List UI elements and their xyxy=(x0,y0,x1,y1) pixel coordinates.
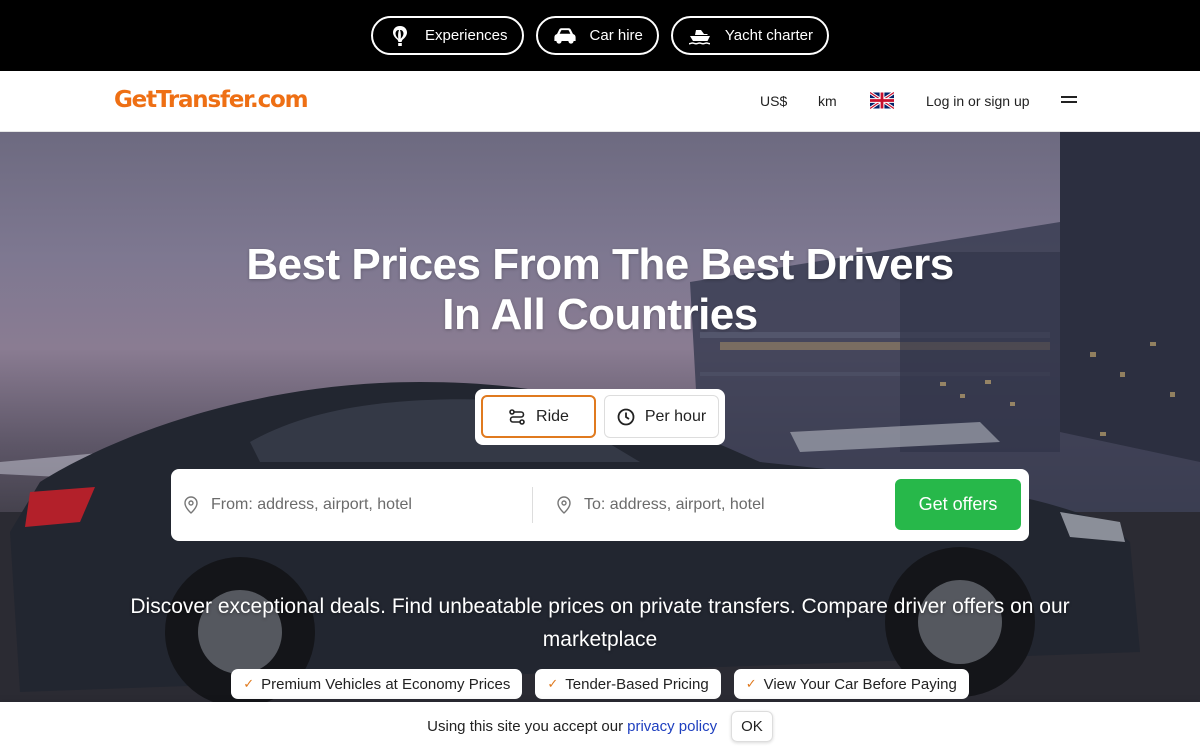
hero-title-line1: Best Prices From The Best Drivers xyxy=(246,240,954,289)
experiences-button[interactable]: Experiences xyxy=(370,16,524,55)
cookie-consent-bar: Using this site you accept our privacy p… xyxy=(0,702,1200,750)
login-link[interactable]: Log in or sign up xyxy=(926,93,1030,109)
uk-flag-icon[interactable] xyxy=(870,92,894,109)
site-header: GetTransfer.com US$ km Log in or sign up xyxy=(0,71,1200,132)
get-offers-button[interactable]: Get offers xyxy=(895,479,1021,530)
feature-badge-label: Premium Vehicles at Economy Prices xyxy=(261,675,511,693)
location-pin-icon xyxy=(557,496,571,514)
location-pin-icon xyxy=(184,496,198,514)
per-hour-mode-button[interactable]: Per hour xyxy=(604,395,719,438)
balloon-icon xyxy=(392,25,407,46)
feature-badge: ✓ View Your Car Before Paying xyxy=(733,669,969,699)
car-hire-label: Car hire xyxy=(589,27,643,44)
experiences-label: Experiences xyxy=(424,27,508,44)
per-hour-mode-label: Per hour xyxy=(644,407,707,425)
check-icon: ✓ xyxy=(243,676,255,691)
feature-badge: ✓ Premium Vehicles at Economy Prices xyxy=(231,669,523,699)
clock-icon xyxy=(617,408,635,425)
check-icon: ✓ xyxy=(745,676,757,691)
check-icon: ✓ xyxy=(547,676,559,691)
cookie-text: Using this site you accept our xyxy=(427,717,624,735)
hero-subtitle: Discover exceptional deals. Find unbeata… xyxy=(130,595,1070,651)
car-icon xyxy=(553,27,576,44)
feature-badge-label: View Your Car Before Paying xyxy=(763,675,957,693)
privacy-policy-link[interactable]: privacy policy xyxy=(627,718,717,735)
hero-title-line2: In All Countries xyxy=(442,290,758,339)
to-input[interactable] xyxy=(584,496,874,514)
yacht-charter-button[interactable]: Yacht charter xyxy=(670,16,829,55)
ride-mode-button[interactable]: Ride xyxy=(481,395,596,438)
to-field xyxy=(556,469,886,541)
trip-mode-switch: Ride Per hour xyxy=(475,389,725,445)
feature-badges: ✓ Premium Vehicles at Economy Prices ✓ T… xyxy=(0,669,1200,699)
transfer-search-form: Get offers xyxy=(171,469,1029,541)
currency-selector[interactable]: US$ xyxy=(760,93,787,109)
cookie-ok-button[interactable]: OK xyxy=(731,710,773,742)
from-field xyxy=(183,469,531,541)
hero-title: Best Prices From The Best Drivers In All… xyxy=(0,240,1200,340)
units-selector[interactable]: km xyxy=(818,93,837,109)
ride-mode-label: Ride xyxy=(536,407,569,425)
feature-badge-label: Tender-Based Pricing xyxy=(565,675,709,693)
yacht-charter-label: Yacht charter xyxy=(724,27,813,44)
feature-badge: ✓ Tender-Based Pricing xyxy=(535,669,721,699)
yacht-icon xyxy=(688,29,710,44)
top-nav-bar: Experiences Car hire Yacht charter xyxy=(0,0,1200,71)
menu-icon[interactable] xyxy=(1061,96,1077,106)
hero-section: Best Prices From The Best Drivers In All… xyxy=(0,132,1200,702)
car-hire-button[interactable]: Car hire xyxy=(535,16,659,55)
route-icon xyxy=(509,408,525,425)
site-logo[interactable]: GetTransfer.com xyxy=(114,87,309,113)
from-input[interactable] xyxy=(211,496,501,514)
field-divider xyxy=(532,487,533,523)
